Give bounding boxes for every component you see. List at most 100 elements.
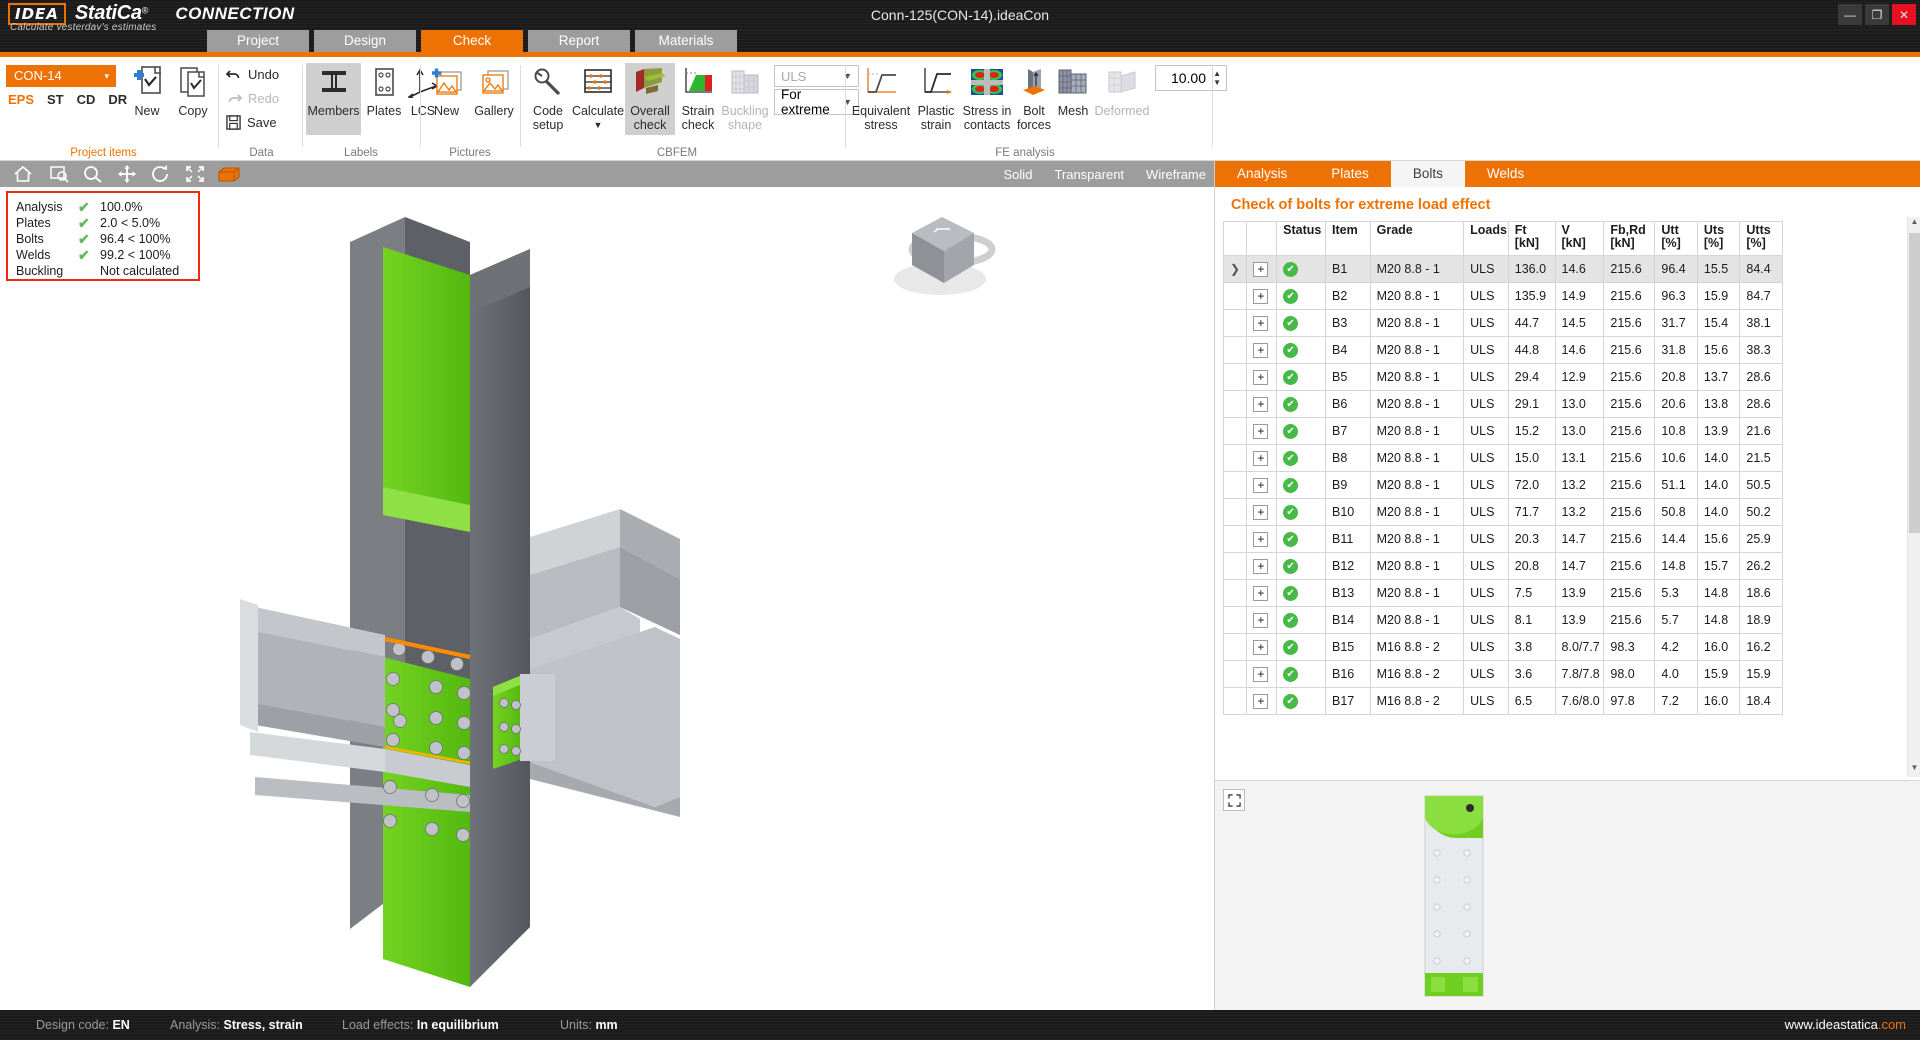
home-icon[interactable]	[8, 164, 38, 184]
eps-button[interactable]: EPS	[8, 92, 34, 107]
calculate-button[interactable]: Calculate ▼	[572, 63, 624, 130]
display-mode-wireframe[interactable]: Wireframe	[1146, 167, 1206, 182]
scroll-down-icon[interactable]: ▼	[1908, 763, 1920, 777]
scrollbar-thumb[interactable]	[1909, 233, 1920, 533]
expand-row-icon[interactable]: +	[1253, 343, 1268, 358]
expand-row-icon[interactable]: +	[1253, 505, 1268, 520]
expand-row-icon[interactable]: +	[1253, 478, 1268, 493]
extreme-combo[interactable]: For extreme ▼	[774, 89, 859, 115]
expand-row-icon[interactable]: +	[1253, 559, 1268, 574]
row-selector-cell[interactable]	[1224, 688, 1247, 715]
row-expand-cell[interactable]: +	[1247, 364, 1277, 391]
members-button[interactable]: Members	[306, 63, 361, 135]
results-scrollbar[interactable]: ▲ ▼	[1907, 217, 1920, 777]
tab-report[interactable]: Report	[528, 30, 630, 52]
display-mode-transparent[interactable]: Transparent	[1054, 167, 1124, 182]
table-row[interactable]: +✔B10M20 8.8 - 1ULS71.713.2215.650.814.0…	[1224, 499, 1783, 526]
row-selector-cell[interactable]	[1224, 526, 1247, 553]
row-expand-cell[interactable]: +	[1247, 337, 1277, 364]
row-selector-cell[interactable]	[1224, 661, 1247, 688]
scale-spinner[interactable]: 10.00 ▲ ▼	[1155, 65, 1227, 91]
expand-row-icon[interactable]: +	[1253, 289, 1268, 304]
project-item-combo[interactable]: CON-14 ▾	[6, 65, 116, 87]
row-expand-cell[interactable]: +	[1247, 418, 1277, 445]
table-row[interactable]: +✔B17M16 8.8 - 2ULS6.57.6/8.097.87.216.0…	[1224, 688, 1783, 715]
stress-in-contacts-button[interactable]: Stress in contacts	[960, 63, 1014, 132]
expand-row-icon[interactable]: +	[1253, 532, 1268, 547]
bolt-forces-button[interactable]: Bolt forces	[1015, 63, 1053, 132]
tab-design[interactable]: Design	[314, 30, 416, 52]
table-row[interactable]: +✔B2M20 8.8 - 1ULS135.914.9215.696.315.9…	[1224, 283, 1783, 310]
row-selector-cell[interactable]	[1224, 283, 1247, 310]
zoom-window-icon[interactable]	[44, 164, 74, 184]
tab-bolts[interactable]: Bolts	[1391, 161, 1465, 187]
detail-preview-pane[interactable]	[1215, 780, 1920, 1010]
row-selector-cell[interactable]	[1224, 445, 1247, 472]
table-row[interactable]: +✔B8M20 8.8 - 1ULS15.013.1215.610.614.02…	[1224, 445, 1783, 472]
table-row[interactable]: +✔B5M20 8.8 - 1ULS29.412.9215.620.813.72…	[1224, 364, 1783, 391]
scroll-up-icon[interactable]: ▲	[1908, 217, 1920, 231]
table-row[interactable]: +✔B9M20 8.8 - 1ULS72.013.2215.651.114.05…	[1224, 472, 1783, 499]
row-selector-cell[interactable]	[1224, 499, 1247, 526]
website-link[interactable]: www.ideastatica.com	[1785, 1010, 1906, 1040]
expand-row-icon[interactable]: +	[1253, 262, 1268, 277]
row-expand-cell[interactable]: +	[1247, 256, 1277, 283]
row-selector-cell[interactable]	[1224, 391, 1247, 418]
expand-row-icon[interactable]: +	[1253, 694, 1268, 709]
expand-row-icon[interactable]: +	[1253, 451, 1268, 466]
row-selector-cell[interactable]	[1224, 310, 1247, 337]
row-expand-cell[interactable]: +	[1247, 553, 1277, 580]
save-button[interactable]: Save	[226, 115, 277, 130]
spinner-up-icon[interactable]: ▲	[1213, 69, 1221, 78]
row-selector-cell[interactable]	[1224, 337, 1247, 364]
expand-row-icon[interactable]: +	[1253, 613, 1268, 628]
row-selector-cell[interactable]	[1224, 364, 1247, 391]
expand-row-icon[interactable]: +	[1253, 370, 1268, 385]
row-selector-cell[interactable]	[1224, 553, 1247, 580]
tab-plates[interactable]: Plates	[1309, 161, 1391, 187]
minimize-button[interactable]: —	[1838, 4, 1862, 25]
row-expand-cell[interactable]: +	[1247, 526, 1277, 553]
row-selector-cell[interactable]	[1224, 472, 1247, 499]
code-setup-button[interactable]: Code setup	[524, 63, 572, 132]
plastic-strain-button[interactable]: Plastic strain	[913, 63, 959, 132]
new-item-button[interactable]: New	[126, 63, 168, 118]
picture-new-button[interactable]: New	[424, 63, 469, 118]
zoom-icon[interactable]	[78, 164, 108, 184]
row-expand-cell[interactable]: +	[1247, 391, 1277, 418]
row-expand-cell[interactable]: +	[1247, 607, 1277, 634]
picture-gallery-button[interactable]: Gallery	[470, 63, 518, 118]
table-row[interactable]: +✔B4M20 8.8 - 1ULS44.814.6215.631.815.63…	[1224, 337, 1783, 364]
calculate-dropdown-caret[interactable]: ▼	[594, 121, 603, 130]
table-row[interactable]: +✔B3M20 8.8 - 1ULS44.714.5215.631.715.43…	[1224, 310, 1783, 337]
table-row[interactable]: ❯+✔B1M20 8.8 - 1ULS136.014.6215.696.415.…	[1224, 256, 1783, 283]
equivalent-stress-button[interactable]: Equivalent stress	[850, 63, 912, 132]
row-expand-cell[interactable]: +	[1247, 688, 1277, 715]
expand-row-icon[interactable]: +	[1253, 424, 1268, 439]
copy-item-button[interactable]: Copy	[172, 63, 214, 118]
table-row[interactable]: +✔B14M20 8.8 - 1ULS8.113.9215.65.714.818…	[1224, 607, 1783, 634]
row-expand-cell[interactable]: +	[1247, 445, 1277, 472]
table-row[interactable]: +✔B15M16 8.8 - 2ULS3.88.0/7.798.34.216.0…	[1224, 634, 1783, 661]
expand-row-icon[interactable]: +	[1253, 667, 1268, 682]
load-case-combo[interactable]: ULS ▼	[774, 65, 859, 87]
3d-viewport[interactable]: Solid Transparent Wireframe Analysis ✔ 1…	[0, 161, 1214, 1010]
plates-button[interactable]: Plates	[363, 63, 405, 118]
tab-materials[interactable]: Materials	[635, 30, 737, 52]
fit-screen-icon[interactable]	[180, 164, 210, 184]
pan-icon[interactable]	[112, 164, 142, 184]
st-button[interactable]: ST	[47, 92, 64, 107]
row-expand-cell[interactable]: +	[1247, 634, 1277, 661]
display-mode-solid[interactable]: Solid	[1004, 167, 1033, 182]
dr-button[interactable]: DR	[108, 92, 127, 107]
table-row[interactable]: +✔B13M20 8.8 - 1ULS7.513.9215.65.314.818…	[1224, 580, 1783, 607]
row-expand-cell[interactable]: +	[1247, 580, 1277, 607]
expand-row-icon[interactable]: +	[1253, 586, 1268, 601]
row-expand-cell[interactable]: +	[1247, 661, 1277, 688]
row-selector-cell[interactable]	[1224, 580, 1247, 607]
row-selector-cell[interactable]: ❯	[1224, 256, 1247, 283]
table-row[interactable]: +✔B16M16 8.8 - 2ULS3.67.8/7.898.04.015.9…	[1224, 661, 1783, 688]
close-button[interactable]: ✕	[1892, 4, 1916, 25]
solid-view-icon[interactable]	[214, 164, 244, 184]
tab-welds[interactable]: Welds	[1465, 161, 1546, 187]
